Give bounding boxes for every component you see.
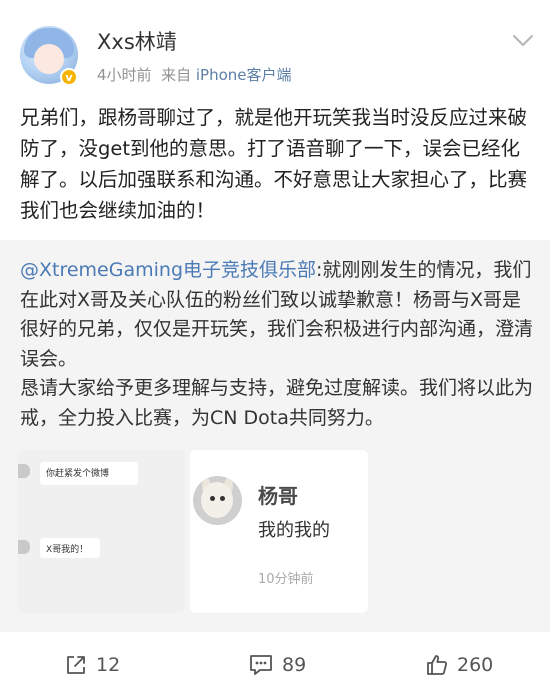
share-count: 12 — [96, 654, 121, 676]
comment-button[interactable]: 89 — [248, 651, 306, 679]
alpaca-avatar — [193, 476, 242, 525]
repost-card[interactable]: @XtremeGaming电子竞技俱乐部:就刚刚发生的情况，我们在此对X哥及关心… — [0, 240, 550, 632]
contact-message: 我的我的 — [258, 520, 330, 541]
username[interactable]: Xxs林靖 — [97, 26, 177, 56]
thumbs-up-icon — [427, 655, 448, 675]
source-link[interactable]: iPhone客户端 — [196, 66, 292, 84]
chat-screenshot-image[interactable]: 你赶紧发个微博 X哥我的！ — [18, 450, 185, 613]
post-time: 4小时前 — [97, 66, 152, 84]
chat-avatar — [18, 464, 30, 478]
chat-bubble: X哥我的！ — [40, 538, 100, 558]
post-text: 兄弟们，跟杨哥聊过了，就是他开玩笑我当时没反应过来破防了，没get到他的意思。打… — [20, 106, 528, 222]
comment-count: 89 — [282, 654, 307, 676]
contact-name: 杨哥 — [258, 484, 298, 508]
comment-icon — [250, 655, 272, 675]
repost-text: @XtremeGaming电子竞技俱乐部:就刚刚发生的情况，我们在此对X哥及关心… — [20, 256, 534, 433]
verified-badge-icon: v — [60, 68, 78, 86]
chat-bubble: 你赶紧发个微博 — [40, 462, 138, 485]
chevron-down-icon[interactable] — [512, 34, 534, 48]
contact-screenshot-image[interactable]: 杨哥 我的我的 10分钟前 — [190, 450, 368, 613]
post-header: v Xxs林靖 4小时前 来自 iPhone客户端 — [0, 0, 550, 94]
action-bar: 12 89 260 — [0, 632, 550, 699]
post-meta: 4小时前 来自 iPhone客户端 — [97, 64, 292, 85]
repost-body-2: 恳请大家给予更多理解与支持，避免过度解读。我们将以此为戒，全力投入比赛，为CN … — [20, 377, 534, 429]
share-icon — [67, 656, 85, 674]
chat-avatar — [18, 540, 30, 554]
mention-link[interactable]: @XtremeGaming电子竞技俱乐部 — [20, 259, 316, 281]
contact-time: 10分钟前 — [258, 572, 314, 587]
share-button[interactable]: 12 — [64, 651, 120, 679]
like-button[interactable]: 260 — [425, 651, 493, 679]
like-count: 260 — [457, 654, 494, 676]
source-prefix: 来自 — [161, 66, 192, 84]
